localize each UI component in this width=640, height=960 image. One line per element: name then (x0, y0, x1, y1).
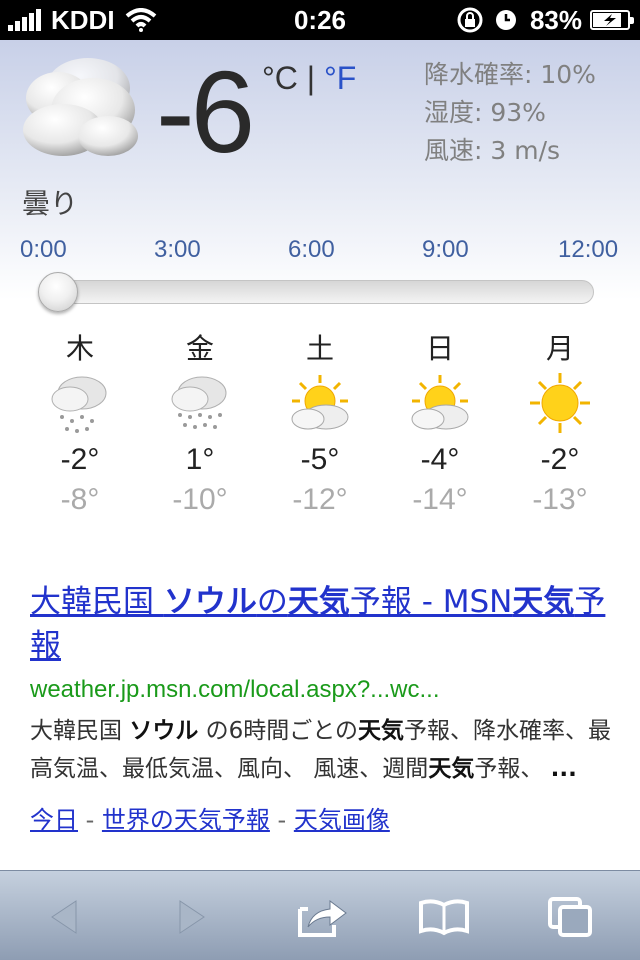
snippet-part: 予報、 (474, 756, 551, 782)
day-low: -13° (532, 483, 588, 516)
status-right: 83% (456, 4, 634, 36)
snippet-part: の6時間ごとの (198, 718, 359, 744)
forecast-day: 月 -2° -13° (500, 332, 620, 520)
cloudy-icon (23, 58, 138, 156)
partly-sunny-icon (260, 366, 380, 440)
sublink-separator: - (269, 806, 294, 834)
title-part-bold: ソウル (163, 584, 257, 620)
weather-card: -6 °C | °F 降水確率: 10% 湿度: 93% 風速: 3 m/s 曇… (0, 40, 640, 560)
title-part-bold: 天気 (287, 584, 350, 620)
precipitation: 降水確率: 10% (424, 60, 596, 89)
browser-toolbar (0, 870, 640, 960)
tabs-button[interactable] (540, 893, 600, 941)
tabs-icon (548, 897, 592, 937)
forecast-list: 木 -2° -8° 金 1° -10° 土 -5° -12° 日 -4° -14… (20, 332, 620, 532)
day-low: -14° (412, 483, 468, 516)
battery-percent: 83% (529, 4, 582, 35)
forecast-day: 日 -4° -14° (380, 332, 500, 520)
result-sublinks: 今日 - 世界の天気予報 - 天気画像 (30, 800, 630, 835)
rotation-lock-icon (457, 7, 483, 33)
snippet-part-bold: 天気 (428, 756, 475, 782)
result-title-link[interactable]: 大韓民国 ソウルの天気予報 - MSN天気予報 (30, 580, 630, 668)
day-low: -10° (172, 483, 228, 516)
unit-separator: | (306, 60, 316, 96)
snippet-part-bold: 天気 (358, 718, 405, 744)
snow-icon (140, 366, 260, 440)
day-high: -2° (60, 443, 100, 476)
timeline-label: 6:00 (288, 236, 335, 263)
forecast-day: 木 -2° -8° (20, 332, 140, 520)
title-part: の (256, 584, 288, 620)
unit-celsius[interactable]: °C (262, 60, 298, 96)
back-arrow-icon (51, 900, 77, 934)
battery-charging-icon (590, 10, 634, 30)
forecast-day: 金 1° -10° (140, 332, 260, 520)
current-temperature: -6 (156, 47, 255, 177)
weather-condition: 曇り (22, 187, 79, 220)
alarm-icon (495, 10, 516, 30)
title-part: 大韓民国 (30, 584, 164, 620)
day-name: 木 (65, 332, 94, 365)
day-high: -5° (300, 443, 340, 476)
humidity: 湿度: 93% (424, 98, 546, 127)
snippet-part: 大韓民国 (30, 718, 130, 744)
bookmarks-icon (419, 899, 469, 936)
day-high: 1° (185, 443, 215, 476)
day-name: 日 (425, 332, 454, 365)
snippet-ellipsis: ... (550, 756, 577, 782)
day-name: 金 (185, 332, 214, 365)
unit-switch: °C | °F (262, 60, 356, 97)
result-snippet: 大韓民国 ソウル の6時間ごとの天気予報、降水確率、最高気温、最低気温、風向、 … (30, 712, 630, 788)
sublink-weather-images[interactable]: 天気画像 (294, 806, 390, 834)
forward-button[interactable] (162, 893, 222, 941)
sunny-icon (500, 366, 620, 440)
snippet-part-bold: ソウル (129, 718, 199, 744)
timeline-label: 9:00 (422, 236, 469, 263)
search-result: 大韓民国 ソウルの天気予報 - MSN天気予報 weather.jp.msn.c… (30, 580, 630, 835)
timeline-label: 0:00 (20, 236, 67, 263)
day-low: -12° (292, 483, 348, 516)
partly-sunny-icon (380, 366, 500, 440)
day-high: -4° (420, 443, 460, 476)
title-part: 予報 - MSN (349, 584, 513, 620)
timeline-label: 12:00 (558, 236, 619, 263)
wind-speed: 風速: 3 m/s (424, 136, 561, 165)
weather-details: 降水確率: 10% 湿度: 93% 風速: 3 m/s (424, 56, 596, 170)
hour-slider-knob[interactable] (38, 272, 78, 312)
forward-arrow-icon (179, 900, 205, 934)
sublink-separator: - (78, 806, 102, 834)
sublink-world-forecast[interactable]: 世界の天気予報 (102, 806, 270, 834)
back-button[interactable] (34, 893, 94, 941)
day-low: -8° (60, 483, 100, 516)
forecast-day: 土 -5° -12° (260, 332, 380, 520)
snow-icon (20, 366, 140, 440)
unit-fahrenheit[interactable]: °F (324, 60, 356, 96)
result-url: weather.jp.msn.com/local.aspx?...wc... (30, 676, 440, 703)
sublink-today[interactable]: 今日 (30, 806, 78, 834)
bookmarks-button[interactable] (414, 893, 474, 941)
hour-slider-track[interactable] (40, 280, 594, 304)
timeline-label: 3:00 (154, 236, 201, 263)
day-high: -2° (540, 443, 580, 476)
title-part-bold: 天気 (512, 584, 575, 620)
share-button[interactable] (292, 893, 352, 941)
day-name: 月 (545, 332, 574, 365)
share-icon (298, 900, 347, 937)
status-bar: KDDI 0:26 83% (0, 0, 640, 40)
day-name: 土 (305, 332, 334, 365)
